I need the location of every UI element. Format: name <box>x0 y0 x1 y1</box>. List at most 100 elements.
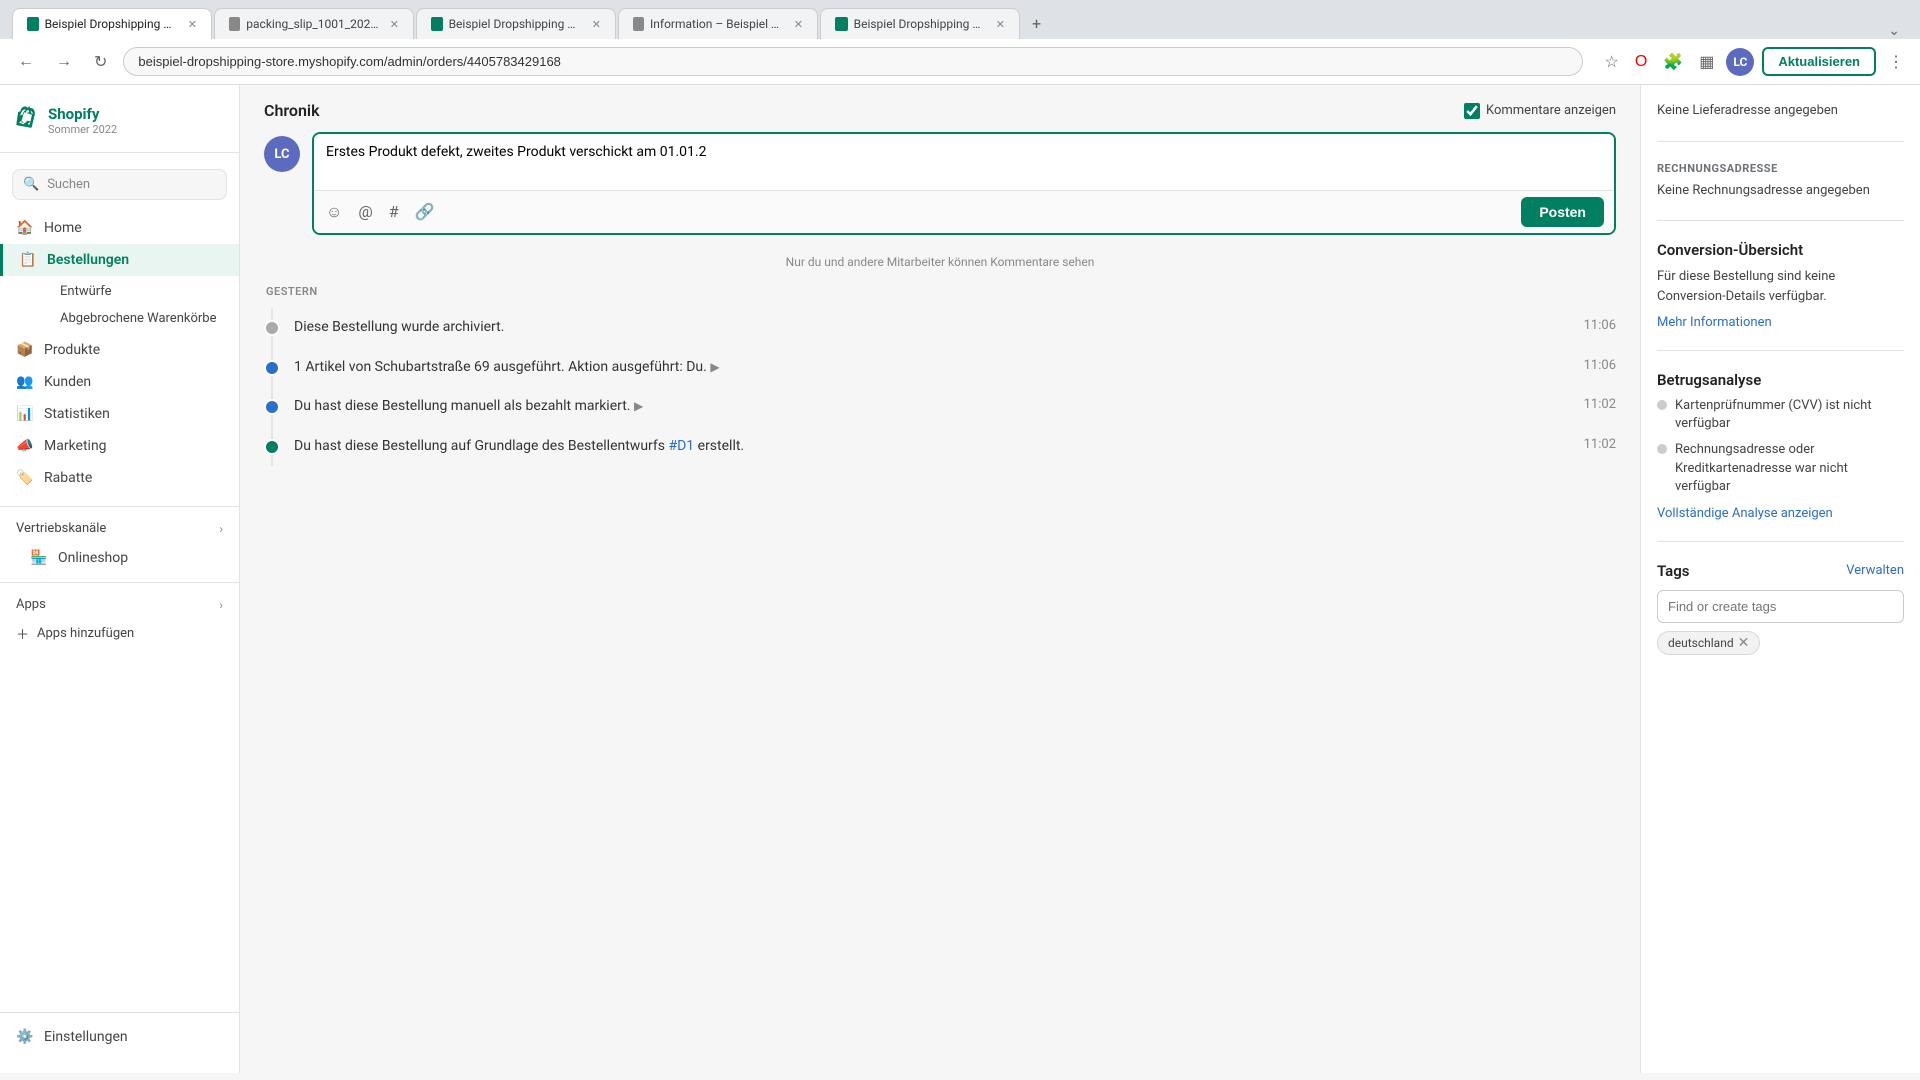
mention-icon[interactable]: @ <box>356 200 374 224</box>
tab-favicon-1 <box>27 17 39 31</box>
sidebar-search-area: 🔍 Suchen <box>0 161 239 208</box>
comment-input-area: Erstes Produkt defekt, zweites Produkt v… <box>312 132 1616 235</box>
tab-close-1[interactable]: ✕ <box>188 18 197 31</box>
sidebar-footer: ⚙️ Einstellungen <box>0 1012 239 1061</box>
tab-label-4: Information – Beispiel Dropshi… <box>650 17 784 31</box>
expand-icon-2[interactable]: ▶ <box>710 360 719 374</box>
show-comments-label: Kommentare anzeigen <box>1486 103 1616 118</box>
sidebar-item-bestellungen[interactable]: 📋 Bestellungen <box>0 244 239 276</box>
tags-header: Tags Verwalten <box>1657 562 1904 580</box>
refresh-button[interactable]: ↻ <box>88 48 113 76</box>
show-comments-checkbox[interactable] <box>1464 103 1480 119</box>
update-button[interactable]: Aktualisieren <box>1762 47 1876 76</box>
hashtag-icon[interactable]: # <box>387 200 401 224</box>
opera-button[interactable]: O <box>1631 49 1651 75</box>
apps-label: Apps <box>16 597 46 612</box>
forward-button[interactable]: → <box>50 49 78 75</box>
comment-text-input[interactable]: Erstes Produkt defekt, zweites Produkt v… <box>314 134 1614 186</box>
expand-icon-3[interactable]: ▶ <box>634 399 643 413</box>
timeline-text-1: Diese Bestellung wurde archiviert. <box>294 318 1570 338</box>
tab-close-5[interactable]: ✕ <box>996 18 1005 31</box>
browser-tab-3[interactable]: Beispiel Dropshipping Store ·… ✕ <box>416 8 616 39</box>
no-delivery-text: Keine Lieferadresse angegeben <box>1657 101 1904 121</box>
timeline-time-4: 11:02 <box>1584 437 1616 452</box>
fraud-dot-2 <box>1657 444 1667 454</box>
post-button[interactable]: Posten <box>1521 197 1604 227</box>
link-icon[interactable]: 🔗 <box>413 200 437 224</box>
search-icon: 🔍 <box>23 177 39 192</box>
sidebar-item-home[interactable]: 🏠 Home <box>0 212 239 244</box>
sidebar-logo: Shopify Sommer 2022 <box>0 97 239 153</box>
sidebar-sub-menu: Entwürfe Abgebrochene Warenkörbe <box>0 276 239 334</box>
sidebar-home-label: Home <box>44 220 82 236</box>
tags-input[interactable] <box>1657 590 1904 623</box>
main-content: Chronik Kommentare anzeigen LC Erstes Pr… <box>240 85 1640 1073</box>
delivery-section: Keine Lieferadresse angegeben <box>1657 101 1904 142</box>
search-placeholder: Suchen <box>47 177 90 192</box>
tab-more[interactable]: ⌄ <box>1880 23 1908 39</box>
timeline-dot-3 <box>264 399 280 415</box>
timeline-text-2: 1 Artikel von Schubartstraße 69 ausgefüh… <box>294 358 1570 378</box>
timeline-item-4: Du hast diese Bestellung auf Grundlage d… <box>264 427 1616 467</box>
sidebar-vertrieb-header[interactable]: Vertriebskanäle › <box>0 515 239 542</box>
sidebar-rabatte-label: Rabatte <box>44 470 92 486</box>
sidebar-item-rabatte[interactable]: 🏷️ Rabatte <box>0 462 239 494</box>
sidebar-statistiken-label: Statistiken <box>44 406 110 422</box>
sidebar-item-statistiken[interactable]: 📊 Statistiken <box>0 398 239 430</box>
home-icon: 🏠 <box>16 220 34 236</box>
store-info: Shopify Sommer 2022 <box>48 105 117 136</box>
sidebar-apps-header[interactable]: Apps › <box>0 591 239 618</box>
discounts-icon: 🏷️ <box>16 470 34 486</box>
timeline-time-2: 11:06 <box>1584 358 1616 373</box>
url-bar[interactable] <box>123 47 1582 76</box>
browser-tab-1[interactable]: Beispiel Dropshipping Store ·… ✕ <box>12 8 212 39</box>
sidebar-toggle[interactable]: ▦ <box>1695 48 1718 76</box>
browser-tab-2[interactable]: packing_slip_1001_20220818… ✕ <box>214 8 414 39</box>
browser-tab-5[interactable]: Beispiel Dropshipping Store ✕ <box>820 8 1020 39</box>
sidebar-item-kunden[interactable]: 👥 Kunden <box>0 366 239 398</box>
tab-favicon-2 <box>229 17 240 31</box>
fraud-title: Betrugsanalyse <box>1657 371 1904 389</box>
bookmark-button[interactable]: ☆ <box>1601 48 1623 76</box>
fraud-item-1: Kartenprüfnummer (CVV) ist nicht verfügb… <box>1657 397 1904 433</box>
timeline-text-4: Du hast diese Bestellung auf Grundlage d… <box>294 437 1570 457</box>
tab-favicon-4 <box>633 17 644 31</box>
add-apps-button[interactable]: ＋ Apps hinzufügen <box>0 618 239 649</box>
billing-section: RECHNUNGSADRESSE Keine Rechnungsadresse … <box>1657 162 1904 222</box>
tags-manage-link[interactable]: Verwalten <box>1846 563 1904 578</box>
chronik-header: Chronik Kommentare anzeigen <box>264 85 1616 132</box>
sidebar-item-marketing[interactable]: 📣 Marketing <box>0 430 239 462</box>
sidebar-search-box[interactable]: 🔍 Suchen <box>12 169 227 200</box>
sidebar-divider-1 <box>0 506 239 507</box>
emoji-icon[interactable]: ☺ <box>324 200 344 224</box>
full-analysis-link[interactable]: Vollständige Analyse anzeigen <box>1657 506 1904 521</box>
tab-close-4[interactable]: ✕ <box>794 18 803 31</box>
no-billing-text: Keine Rechnungsadresse angegeben <box>1657 181 1904 201</box>
timeline-item-3: Du hast diese Bestellung manuell als bez… <box>264 387 1616 427</box>
sidebar-produkte-label: Produkte <box>44 342 100 358</box>
browser-tab-4[interactable]: Information – Beispiel Dropshi… ✕ <box>618 8 818 39</box>
toolbar-icons: ☺ @ # 🔗 <box>324 200 437 224</box>
sidebar-item-produkte[interactable]: 📦 Produkte <box>0 334 239 366</box>
sidebar-item-settings[interactable]: ⚙️ Einstellungen <box>0 1021 239 1053</box>
sidebar-item-onlineshop[interactable]: 🏪 Onlineshop <box>0 542 239 574</box>
sidebar-kunden-label: Kunden <box>44 374 91 390</box>
timeline-text-3: Du hast diese Bestellung manuell als bez… <box>294 397 1570 417</box>
timeline-dot-2 <box>264 360 280 376</box>
add-apps-label: Apps hinzufügen <box>37 626 134 641</box>
sidebar-item-abgebrochene[interactable]: Abgebrochene Warenkörbe <box>44 305 239 332</box>
tag-remove-button[interactable]: ✕ <box>1738 635 1750 651</box>
extension-button[interactable]: 🧩 <box>1659 48 1687 76</box>
draft-link[interactable]: #D1 <box>668 438 694 454</box>
sidebar-item-entwurfe[interactable]: Entwürfe <box>44 278 239 305</box>
billing-label: RECHNUNGSADRESSE <box>1657 162 1904 175</box>
tab-close-3[interactable]: ✕ <box>592 18 601 31</box>
tab-close-2[interactable]: ✕ <box>390 18 399 31</box>
settings-label: Einstellungen <box>44 1029 128 1045</box>
menu-button[interactable]: ⋮ <box>1884 48 1908 76</box>
customers-icon: 👥 <box>16 374 34 390</box>
sidebar-marketing-label: Marketing <box>44 438 107 454</box>
new-tab-button[interactable]: + <box>1022 8 1051 39</box>
more-info-link[interactable]: Mehr Informationen <box>1657 315 1772 330</box>
back-button[interactable]: ← <box>12 49 40 75</box>
